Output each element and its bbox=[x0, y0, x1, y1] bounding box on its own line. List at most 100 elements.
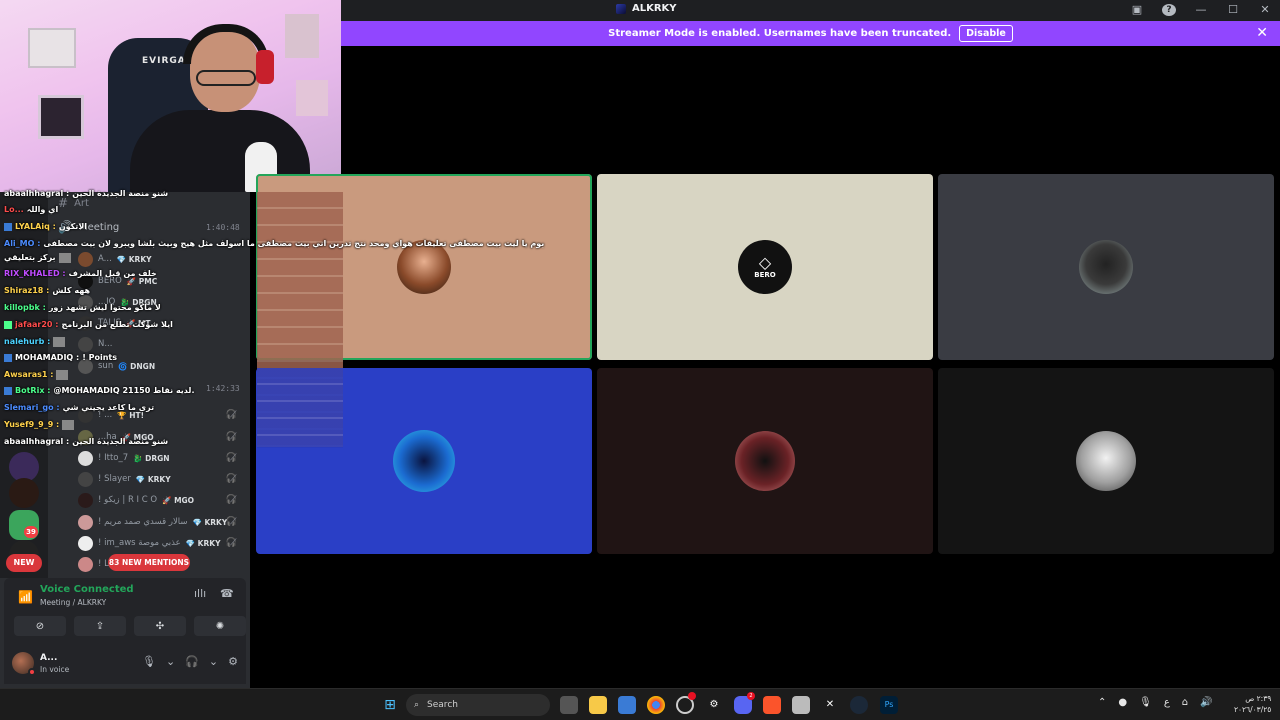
chrome-icon[interactable] bbox=[647, 696, 665, 714]
bot-badge-icon bbox=[4, 386, 12, 395]
member-name: ! Slayer bbox=[98, 474, 131, 484]
avatar-anime-blue bbox=[393, 430, 455, 492]
video-tile[interactable]: ◇ BERO bbox=[597, 174, 933, 360]
avatar bbox=[78, 535, 93, 551]
chat-message: Lo... اي واللہ bbox=[4, 202, 58, 217]
taskbar-search[interactable]: ⌕ Search bbox=[406, 694, 550, 716]
voice-member[interactable]: ! Slayer 💎 KRKY 🎧̸ bbox=[78, 469, 243, 489]
chat-user: Lo... bbox=[4, 205, 24, 214]
voice-status[interactable]: Voice Connected bbox=[40, 584, 134, 595]
chat-text: شنو منصة الجديدة الحين bbox=[72, 437, 169, 446]
chevron-down-icon[interactable]: ⌄ bbox=[166, 655, 175, 668]
windows-icon[interactable]: ⊞ bbox=[381, 696, 399, 714]
help-icon[interactable]: ? bbox=[1162, 3, 1176, 16]
maximize-icon[interactable]: ☐ bbox=[1226, 3, 1240, 16]
minimize-icon[interactable]: — bbox=[1194, 3, 1208, 16]
file-explorer-icon[interactable] bbox=[589, 696, 607, 714]
user-name[interactable]: A... bbox=[40, 653, 57, 663]
avatar-hooded bbox=[1079, 240, 1133, 294]
avatar-anime-girl bbox=[1076, 431, 1136, 491]
noise-suppression-icon[interactable]: ıllı bbox=[194, 587, 206, 600]
avatar bbox=[78, 556, 93, 572]
gear-icon[interactable]: ⚙ bbox=[228, 655, 238, 668]
chevron-up-icon[interactable]: ⌃ bbox=[1098, 697, 1106, 708]
shelf-decor bbox=[296, 80, 328, 116]
deafened-icon: 🎧̸ bbox=[225, 538, 237, 548]
disconnect-icon[interactable]: ☎ bbox=[220, 587, 234, 600]
voice-channel-path[interactable]: Meeting / ALKRKY bbox=[40, 598, 106, 607]
chat-text: ترى ما كاعد يجيني شي bbox=[62, 403, 155, 412]
voice-buttons: ⊘ ⇪ ✣ ✺ bbox=[14, 616, 246, 636]
screen-share-icon[interactable]: ⇪ bbox=[74, 616, 126, 636]
chevron-down-icon[interactable]: ⌄ bbox=[209, 655, 218, 668]
headset-earcup bbox=[256, 50, 274, 84]
chat-message: RIX_KHALED : خلف من قبل المشرف bbox=[4, 266, 157, 281]
screen-icon[interactable]: ▣ bbox=[1130, 3, 1144, 16]
chat-text: @MOHAMADIQ 21150 لديه نقاط. bbox=[53, 386, 195, 395]
camera-off-icon[interactable]: ⊘ bbox=[14, 616, 66, 636]
deafened-icon: 🎧̸ bbox=[225, 474, 237, 484]
user-panel: A... In voice 🎙 ⌄ 🎧 ⌄ ⚙ bbox=[4, 642, 246, 684]
new-badge[interactable]: NEW bbox=[6, 554, 42, 572]
microphone-icon[interactable]: 🎙 bbox=[1139, 697, 1152, 708]
notification-count-badge: 39 bbox=[24, 526, 38, 538]
user-controls: 🎙 ⌄ 🎧 ⌄ ⚙ bbox=[142, 655, 238, 668]
mod-badge-icon bbox=[4, 222, 12, 231]
volume-icon[interactable]: 🔊 bbox=[1200, 697, 1212, 708]
window-controls: ▣ ? — ☐ ✕ bbox=[1130, 3, 1272, 16]
brave-icon[interactable] bbox=[763, 696, 781, 714]
emote-icon bbox=[62, 419, 75, 430]
streamer-mode-banner: Streamer Mode is enabled. Usernames have… bbox=[341, 21, 1280, 46]
member-tag: 🐉 DRGN bbox=[133, 453, 170, 463]
chat-message: MOHAMADIQ :! Points bbox=[4, 350, 117, 365]
banner-close-icon[interactable]: ✕ bbox=[1256, 25, 1268, 41]
voice-member[interactable]: ! im_aws عذبي موصة 💎 KRKY 🎧̸ bbox=[78, 533, 243, 553]
status-indicator bbox=[28, 668, 36, 676]
member-tag: 💎 KRKY bbox=[135, 474, 171, 484]
avatar-bero-logo: ◇ BERO bbox=[738, 240, 792, 294]
soundboard-icon[interactable]: ✺ bbox=[194, 616, 246, 636]
voice-member[interactable]: ! سالار قسدي صمد مريم 💎 KRKY 🎧̸ bbox=[78, 512, 243, 532]
clock-time: ٢:٣٩ ص bbox=[1245, 694, 1272, 703]
chat-message: Shiraz18 : ههه كلش bbox=[4, 283, 90, 298]
chat-text: بوم يا ليت بيت مصطفى تعليقات هواي ومحد ن… bbox=[43, 239, 545, 248]
chat-user: BotRix : bbox=[15, 386, 51, 395]
photoshop-icon[interactable]: Ps bbox=[880, 696, 898, 714]
video-tile[interactable] bbox=[938, 368, 1274, 554]
clock[interactable]: ٢:٣٩ ص ٢٠٢٦/٠٣/٢٥ bbox=[1234, 693, 1271, 715]
store-icon[interactable] bbox=[618, 696, 636, 714]
tray-app-icon[interactable]: ● bbox=[1118, 697, 1127, 708]
banner-text: Streamer Mode is enabled. Usernames have… bbox=[608, 28, 952, 39]
voice-member[interactable]: ! زيكو | R I C O 🚀 MGO 🎧̸ bbox=[78, 490, 243, 510]
discord-badge: 2 bbox=[747, 692, 755, 700]
chat-user: Yusef9_9_9 : bbox=[4, 420, 60, 429]
deafened-icon: 🎧̸ bbox=[225, 495, 237, 505]
search-icon: ⌕ bbox=[414, 700, 420, 710]
headphones-icon[interactable]: 🎧 bbox=[185, 655, 199, 668]
video-tile[interactable] bbox=[597, 368, 933, 554]
activities-icon[interactable]: ✣ bbox=[134, 616, 186, 636]
notepad-icon[interactable] bbox=[792, 696, 810, 714]
settings-icon[interactable]: ⚙ bbox=[705, 696, 723, 714]
disable-button[interactable]: Disable bbox=[959, 25, 1013, 42]
voice-member[interactable]: ! Itto_7 🐉 DRGN 🎧̸ bbox=[78, 448, 243, 468]
steam-icon[interactable] bbox=[850, 696, 868, 714]
wall-plaque bbox=[285, 14, 319, 58]
network-icon[interactable]: ⌂ bbox=[1182, 697, 1188, 708]
chat-text: شنو منصة الجديدة الحين bbox=[72, 189, 169, 198]
webcam-overlay: EVIRGA bbox=[0, 0, 341, 192]
microphone-icon[interactable]: 🎙 bbox=[142, 655, 156, 668]
close-icon[interactable]: ✕ bbox=[1258, 3, 1272, 16]
avatar bbox=[78, 450, 93, 466]
task-view-icon[interactable] bbox=[560, 696, 578, 714]
server-icon-dark[interactable] bbox=[9, 478, 39, 508]
avatar bbox=[78, 492, 93, 508]
search-placeholder: Search bbox=[427, 700, 458, 710]
stream-chat-overlay: abaalhhagral : شنو منصة الجديدة الحين Lo.… bbox=[0, 186, 544, 450]
new-mentions-pill[interactable]: 83 NEW MENTIONS bbox=[108, 554, 190, 571]
video-tile[interactable] bbox=[938, 174, 1274, 360]
emote-icon bbox=[53, 336, 66, 347]
chat-message: Slemari_go : ترى ما كاعد يجيني شي bbox=[4, 400, 154, 415]
capcut-icon[interactable]: ✕ bbox=[821, 696, 839, 714]
language-indicator[interactable]: ع bbox=[1164, 697, 1170, 708]
